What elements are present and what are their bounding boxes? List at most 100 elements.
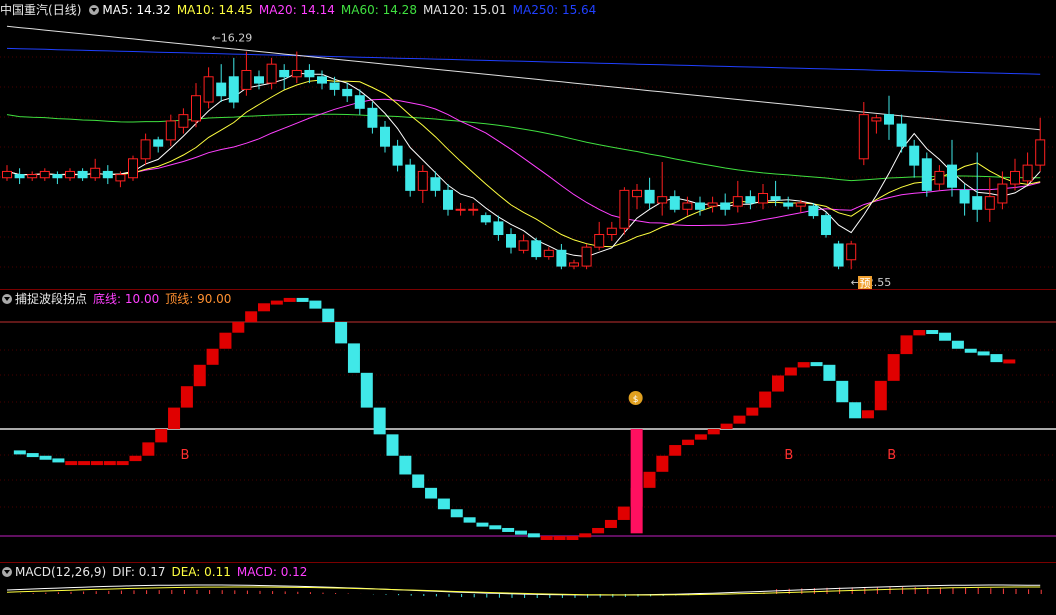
buy-mark: B (180, 448, 189, 463)
candle-body (619, 189, 630, 229)
dropdown-icon[interactable] (2, 567, 12, 577)
indicator-bar (489, 525, 502, 530)
indicator-bar (283, 297, 296, 302)
indicator-bar (604, 519, 617, 528)
candle-body (556, 249, 567, 267)
candle-body (468, 208, 479, 211)
indicator-bar (720, 423, 733, 429)
candle-body (896, 123, 907, 147)
stock-chart-canvas[interactable]: ←16.29←12.55预$BBB (0, 0, 1056, 615)
candle-body (858, 114, 869, 160)
candle-body (972, 196, 983, 210)
indicator-bar (412, 474, 425, 488)
indicator-bar (232, 322, 245, 333)
candle-body (140, 139, 151, 160)
candle-body (291, 69, 302, 78)
candle-body (417, 170, 428, 191)
candle-body (934, 170, 945, 185)
indicator-bar (26, 453, 39, 458)
indicator-bar (168, 407, 181, 429)
indicator-bar (836, 380, 849, 403)
candle-body (203, 76, 214, 103)
indicator-bar (103, 461, 116, 466)
candle-body (115, 174, 126, 182)
indicator-bar (515, 530, 527, 535)
candle-body (254, 76, 264, 84)
candle-body (405, 164, 416, 191)
indicator-bar (977, 351, 990, 356)
indicator-bar (1003, 359, 1016, 364)
indicator-bar (52, 458, 65, 463)
candle-body (153, 139, 164, 147)
panel-divider (0, 289, 1056, 290)
indicator-bar (964, 348, 977, 353)
candle-body (178, 114, 189, 128)
candle-body (732, 196, 743, 207)
indicator-bar (142, 442, 155, 456)
indicator-bar (155, 429, 168, 443)
indicator-bar (772, 375, 784, 392)
indicator-bar (476, 522, 489, 527)
candle-body (354, 95, 365, 109)
candle-body (165, 120, 176, 141)
candle-body (14, 174, 25, 179)
indicator-bar (65, 461, 78, 466)
candle-body (569, 262, 579, 267)
candle-body (480, 215, 491, 223)
indicator-bar (990, 354, 1003, 363)
money-bag-symbol: $ (633, 395, 639, 405)
indicator-bar (425, 487, 438, 499)
indicator-bar (579, 533, 592, 538)
indicator-bar (309, 300, 322, 309)
candle-body (758, 193, 768, 204)
candle-body (632, 189, 642, 198)
candle-body (543, 249, 554, 258)
candle-body (821, 215, 831, 236)
buy-mark: B (784, 448, 793, 463)
indicator-bar (540, 536, 553, 540)
indicator-bar (926, 330, 939, 335)
candle-body (430, 177, 441, 191)
indicator-bar (669, 445, 682, 456)
candle-body (695, 202, 705, 210)
candle-body (27, 174, 38, 179)
indicator-bar (437, 498, 450, 510)
candle-body (770, 196, 781, 201)
ma10-line (6, 79, 1041, 248)
candle-body (871, 117, 882, 122)
candle-body (846, 243, 857, 261)
candle-body (90, 167, 101, 179)
indicator-bar (90, 461, 103, 466)
candle-body (745, 196, 756, 204)
candle-body (594, 234, 605, 248)
candle-body (39, 170, 50, 179)
candle-body (531, 240, 542, 258)
candle-body (392, 145, 403, 166)
panel-divider (0, 562, 1056, 563)
indicator-bar (643, 471, 656, 488)
candle-body (191, 95, 201, 122)
candle-body (808, 205, 819, 217)
candle-body (644, 189, 655, 204)
candle-body (102, 170, 113, 179)
candle-body (795, 202, 806, 207)
indicator-bar (694, 434, 707, 440)
candle-body (1010, 170, 1020, 185)
indicator-bar (810, 362, 823, 367)
candle-body (52, 174, 63, 179)
indicator-bar (527, 533, 540, 538)
candle-body (1035, 139, 1046, 166)
dea-label: DEA: 0.11 (171, 565, 231, 579)
candle-body (581, 246, 592, 267)
indicator-bar (270, 300, 283, 305)
candle-body (65, 170, 75, 179)
indicator-bar (193, 364, 206, 387)
ma20-label: MA20: 14.14 (258, 3, 335, 17)
indicator-header: 捕捉波段拐点 底线: 10.00 顶线: 90.00 (0, 291, 237, 307)
indicator-bar (347, 343, 360, 373)
dropdown-icon[interactable] (2, 294, 12, 304)
candle-body (493, 221, 504, 236)
indicator-bar (116, 461, 129, 466)
dropdown-icon[interactable] (89, 5, 100, 15)
candle-body (833, 243, 844, 267)
